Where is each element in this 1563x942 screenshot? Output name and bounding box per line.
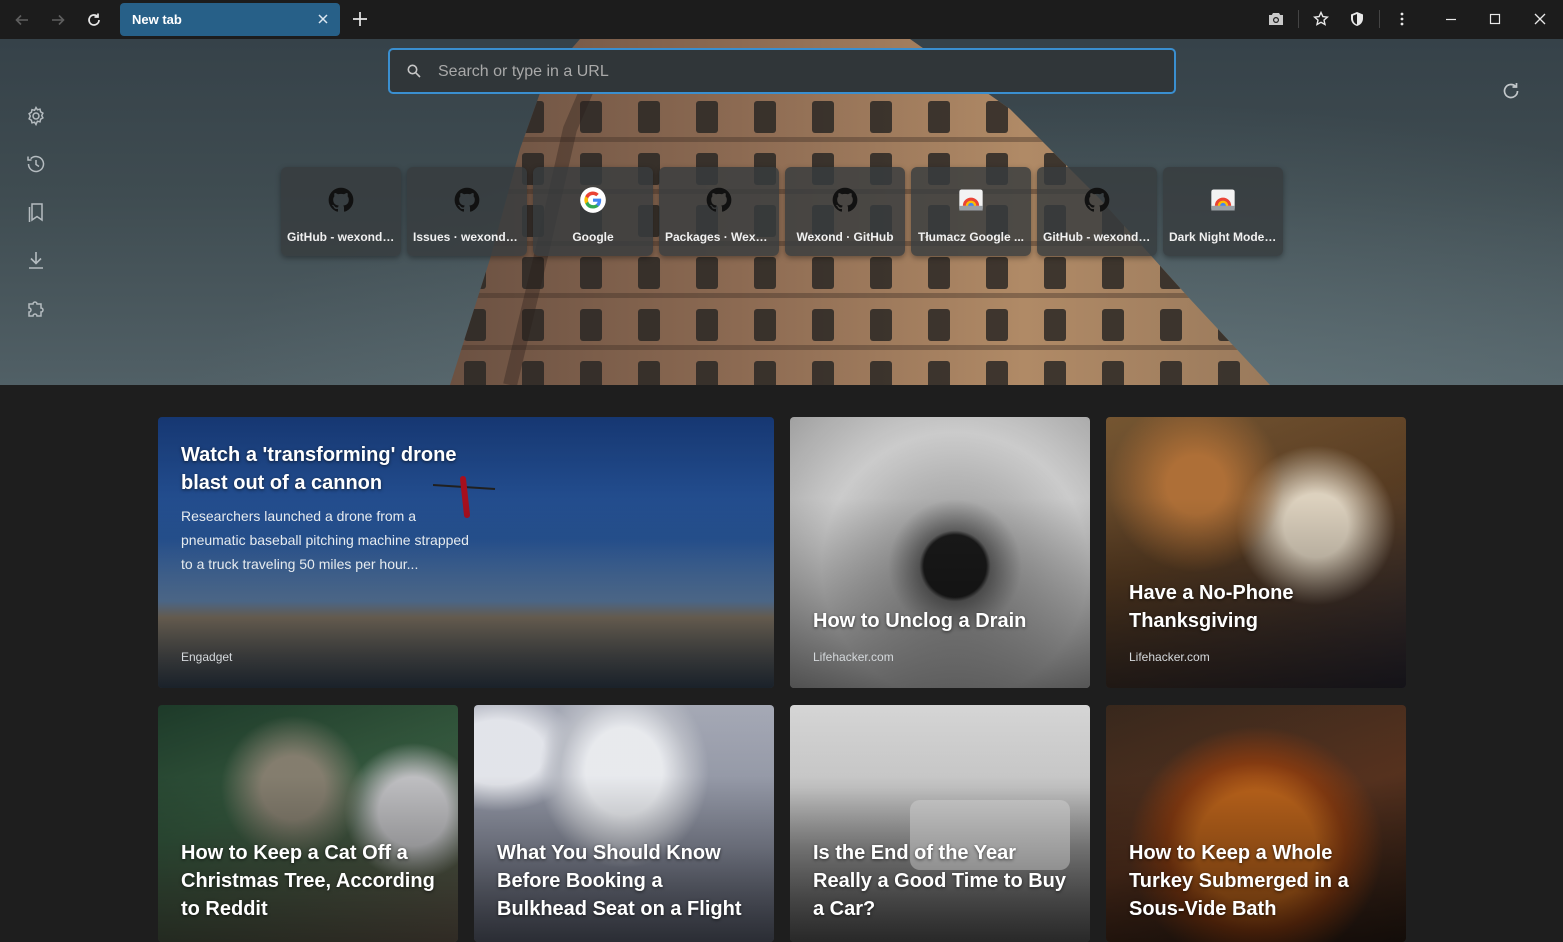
top-site-label: GitHub - wexond/wexond: ... — [287, 230, 395, 244]
top-site-tile[interactable]: Issues · wexond/wexond — [407, 167, 527, 256]
github-icon — [454, 187, 480, 212]
news-card[interactable]: How to Keep a Whole Turkey Submerged in … — [1106, 705, 1406, 942]
search-icon — [407, 64, 421, 78]
news-card[interactable]: What You Should Know Before Booking a Bu… — [474, 705, 774, 942]
more-vertical-icon — [1400, 12, 1404, 26]
adblock-button[interactable] — [1346, 8, 1368, 30]
screenshot-button[interactable] — [1265, 8, 1287, 30]
news-title: How to Unclog a Drain — [813, 610, 1027, 632]
news-title: How to Keep a Whole Turkey Submerged in … — [1129, 842, 1349, 920]
tab-title: New tab — [132, 12, 182, 27]
refresh-background-icon[interactable] — [1500, 80, 1522, 102]
top-site-tile[interactable]: GitHub - wexond/desktop — [1037, 167, 1157, 256]
news-title: How to Keep a Cat Off a Christmas Tree, … — [181, 842, 435, 920]
arrow-right-icon — [52, 14, 65, 26]
toolbar-separator — [1379, 10, 1380, 28]
top-site-tile[interactable]: Wexond · GitHub — [785, 167, 905, 256]
puzzle-icon[interactable] — [24, 296, 48, 320]
news-card[interactable]: How to Keep a Cat Off a Christmas Tree, … — [158, 705, 458, 942]
news-source: Lifehacker.com — [813, 650, 894, 664]
translate-icon — [959, 189, 983, 211]
minimize-button[interactable] — [1440, 8, 1462, 30]
top-site-tile[interactable]: Google — [533, 167, 653, 256]
search-bar[interactable] — [388, 48, 1176, 94]
google-icon — [580, 187, 606, 213]
forward-button[interactable] — [46, 8, 70, 32]
top-site-tile[interactable]: Dark Night Mode ... — [1163, 167, 1283, 256]
reload-icon — [88, 13, 100, 26]
news-source: Lifehacker.com — [1129, 650, 1210, 664]
gear-icon[interactable] — [24, 104, 48, 128]
news-title: Have a No-Phone Thanksgiving — [1129, 582, 1294, 632]
top-site-label: GitHub - wexond/desktop — [1043, 230, 1151, 244]
reload-button[interactable] — [82, 8, 106, 32]
back-button[interactable] — [10, 8, 34, 32]
top-site-tile[interactable]: Tłumacz Google ... — [911, 167, 1031, 256]
minimize-icon — [1446, 18, 1456, 21]
news-card[interactable]: Watch a 'transforming' drone blast out o… — [158, 417, 774, 688]
news-card[interactable]: Have a No-Phone Thanksgiving Lifehacker.… — [1106, 417, 1406, 688]
maximize-button[interactable] — [1484, 8, 1506, 30]
bookmarks-icon[interactable] — [24, 200, 48, 224]
top-site-tile[interactable]: GitHub - wexond/wexond: ... — [281, 167, 401, 256]
download-icon[interactable] — [24, 248, 48, 272]
github-icon — [1084, 187, 1110, 212]
arrow-left-icon — [15, 14, 28, 26]
news-title: Is the End of the Year Really a Good Tim… — [813, 842, 1067, 920]
close-icon — [1534, 13, 1546, 25]
history-icon[interactable] — [24, 152, 48, 176]
github-icon — [706, 187, 732, 212]
top-site-label: Dark Night Mode ... — [1169, 230, 1277, 244]
translate-icon — [1211, 189, 1235, 211]
news-card[interactable]: How to Unclog a Drain Lifehacker.com — [790, 417, 1090, 688]
tab-new-tab[interactable]: New tab — [120, 3, 340, 36]
github-icon — [328, 187, 354, 212]
star-icon — [1313, 11, 1329, 26]
shield-icon — [1351, 12, 1363, 26]
news-description: Researchers launched a drone from a pneu… — [181, 508, 469, 572]
menu-button[interactable] — [1391, 8, 1413, 30]
browser-titlebar: New tab — [0, 0, 1563, 39]
top-site-label: Google — [572, 230, 614, 244]
bookmark-star-button[interactable] — [1310, 8, 1332, 30]
top-site-label: Wexond · GitHub — [796, 230, 894, 244]
close-window-button[interactable] — [1529, 8, 1551, 30]
top-site-label: Issues · wexond/wexond — [413, 230, 521, 244]
toolbar-separator — [1298, 10, 1299, 28]
news-title: What You Should Know Before Booking a Bu… — [497, 842, 742, 920]
news-source: Engadget — [181, 650, 233, 664]
top-site-tile[interactable]: Packages · Wexond — [659, 167, 779, 256]
maximize-icon — [1489, 13, 1501, 25]
github-icon — [832, 187, 858, 212]
top-site-label: Packages · Wexond — [665, 230, 773, 244]
news-card[interactable]: Is the End of the Year Really a Good Tim… — [790, 705, 1090, 942]
news-title: Watch a 'transforming' drone blast out o… — [181, 444, 457, 494]
close-icon[interactable] — [315, 11, 331, 27]
camera-icon — [1269, 13, 1283, 25]
search-input[interactable] — [438, 59, 1138, 85]
top-site-label: Tłumacz Google ... — [917, 230, 1024, 244]
plus-icon[interactable] — [349, 8, 371, 30]
